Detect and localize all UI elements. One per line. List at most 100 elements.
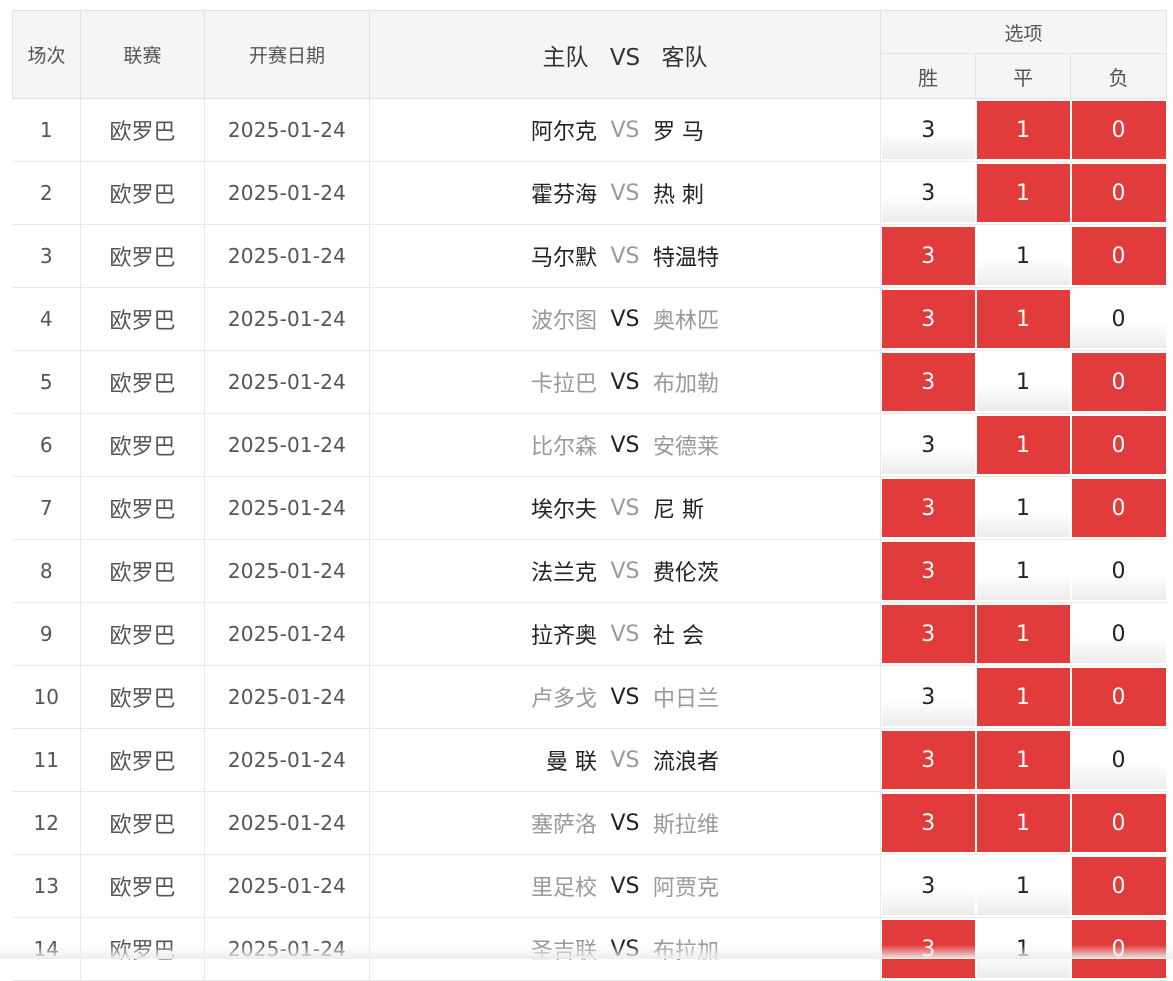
option-loss-button[interactable]: 0 [1071, 416, 1166, 474]
round-number: 10 [12, 665, 81, 729]
option-loss-button[interactable]: 0 [1071, 227, 1166, 285]
option-win-cell: 3 [880, 602, 976, 666]
match-table-container: 场次 联赛 开赛日期 主队 VS 客队 选项 胜 平 负 1 欧罗巴 2025-01… [12, 10, 1168, 981]
option-loss-cell: 0 [1070, 791, 1167, 855]
match-date: 2025-01-24 [204, 98, 370, 162]
match-date: 2025-01-24 [204, 476, 370, 540]
match-teams: 拉齐奥 VS 社 会 [369, 602, 881, 666]
option-win-button[interactable]: 3 [882, 101, 975, 159]
option-draw-button[interactable]: 1 [976, 416, 1070, 474]
option-draw-button[interactable]: 1 [976, 290, 1070, 348]
teams-line: 曼 联 VS 流浪者 [370, 744, 880, 776]
option-draw-button[interactable]: 1 [976, 353, 1070, 411]
match-teams: 霍芬海 VS 热 刺 [369, 161, 881, 225]
option-win-button[interactable]: 3 [882, 605, 975, 663]
away-team: 社 会 [653, 624, 704, 649]
match-teams: 塞萨洛 VS 斯拉维 [369, 791, 881, 855]
option-loss-button[interactable]: 0 [1071, 605, 1166, 663]
option-loss-button[interactable]: 0 [1071, 290, 1166, 348]
option-loss-button[interactable]: 0 [1071, 668, 1166, 726]
option-loss-button[interactable]: 0 [1071, 731, 1166, 789]
option-draw-button[interactable]: 1 [976, 542, 1070, 600]
match-table: 场次 联赛 开赛日期 主队 VS 客队 选项 胜 平 负 1 欧罗巴 2025-01… [12, 10, 1168, 981]
table-row: 6 欧罗巴 2025-01-24 比尔森 VS 安德莱 3 1 0 [12, 413, 1167, 477]
home-team: 比尔森 [530, 435, 597, 460]
option-draw-button[interactable]: 1 [976, 227, 1070, 285]
vs-label: VS [610, 180, 640, 206]
option-draw-cell: 1 [975, 224, 1071, 288]
option-win-button[interactable]: 3 [882, 353, 975, 411]
league-name: 欧罗巴 [80, 413, 205, 477]
table-row: 1 欧罗巴 2025-01-24 阿尔克 VS 罗 马310 [12, 98, 1167, 162]
option-loss-cell: 0 [1070, 287, 1167, 351]
option-win-button[interactable]: 3 [882, 164, 975, 222]
league-name: 欧罗巴 [80, 539, 205, 603]
away-team: 阿贾克 [653, 876, 720, 901]
table-row: 8 欧罗巴 2025-01-24 法兰克 VS 费伦茨 3 1 0 [12, 539, 1167, 603]
round-number: 8 [12, 539, 81, 603]
option-draw-button[interactable]: 1 [976, 605, 1070, 663]
header-teams: 主队 VS 客队 [369, 10, 881, 99]
option-loss-button[interactable]: 0 [1071, 353, 1166, 411]
option-win-cell: 3 [880, 728, 976, 792]
match-date: 2025-01-24 [204, 161, 370, 225]
table-row: 9 欧罗巴 2025-01-24 拉齐奥 VS 社 会 310 [12, 602, 1167, 666]
option-loss-cell: 0 [1070, 728, 1167, 792]
option-win-button[interactable]: 3 [882, 227, 975, 285]
option-draw-button[interactable]: 1 [976, 794, 1070, 852]
home-team: 马尔默 [530, 246, 597, 271]
option-win-cell: 3 [880, 854, 976, 918]
option-win-button[interactable]: 3 [882, 290, 975, 348]
option-win-button[interactable]: 3 [882, 731, 975, 789]
vs-label: VS [610, 558, 640, 584]
teams-line: 卡拉巴 VS 布加勒 [370, 366, 880, 398]
home-team: 卢多戈 [530, 687, 597, 712]
option-win-button[interactable]: 3 [882, 416, 975, 474]
option-loss-button[interactable]: 0 [1071, 857, 1166, 915]
round-number: 3 [12, 224, 81, 288]
option-loss-button[interactable]: 0 [1071, 479, 1166, 537]
option-draw-cell: 1 [975, 854, 1071, 918]
option-loss-button[interactable]: 0 [1071, 542, 1166, 600]
table-row: 4 欧罗巴 2025-01-24 波尔图 VS 奥林匹 3 1 0 [12, 287, 1167, 351]
option-draw-button[interactable]: 1 [976, 731, 1070, 789]
option-win-button[interactable]: 3 [882, 857, 975, 915]
round-number: 12 [12, 791, 81, 855]
match-teams: 阿尔克 VS 罗 马 [369, 98, 881, 162]
round-number: 6 [12, 413, 81, 477]
option-win-cell: 3 [880, 98, 976, 162]
round-number: 4 [12, 287, 81, 351]
header-away: 客队 [661, 44, 708, 71]
vs-label: VS [610, 747, 640, 773]
table-row: 12 欧罗巴 2025-01-24 塞萨洛 VS 斯拉维 3 1 0 [12, 791, 1167, 855]
match-teams: 曼 联 VS 流浪者 [369, 728, 881, 792]
option-loss-button[interactable]: 0 [1071, 794, 1166, 852]
option-loss-button[interactable]: 0 [1071, 101, 1166, 159]
table-row: 7 欧罗巴 2025-01-24 埃尔夫 VS 尼 斯 310 [12, 476, 1167, 540]
teams-line: 比尔森 VS 安德莱 [370, 429, 880, 461]
home-team: 法兰克 [530, 561, 597, 586]
vs-label: VS [610, 369, 640, 395]
match-teams: 马尔默 VS 特温特 [369, 224, 881, 288]
option-win-cell: 3 [880, 539, 976, 603]
vs-label: VS [610, 306, 640, 332]
option-win-button[interactable]: 3 [882, 479, 975, 537]
option-win-button[interactable]: 3 [882, 794, 975, 852]
table-row: 3 欧罗巴 2025-01-24 马尔默 VS 特温特 3 1 0 [12, 224, 1167, 288]
away-team: 斯拉维 [653, 813, 720, 838]
round-number: 2 [12, 161, 81, 225]
option-win-button[interactable]: 3 [882, 668, 975, 726]
match-teams: 波尔图 VS 奥林匹 [369, 287, 881, 351]
option-win-button[interactable]: 3 [882, 542, 975, 600]
home-team: 塞萨洛 [530, 813, 597, 838]
vs-label: VS [610, 684, 640, 710]
option-draw-button[interactable]: 1 [976, 164, 1070, 222]
option-loss-button[interactable]: 0 [1071, 164, 1166, 222]
vs-label: VS [610, 621, 640, 647]
away-team: 中日兰 [653, 687, 720, 712]
round-number: 9 [12, 602, 81, 666]
option-draw-button[interactable]: 1 [976, 101, 1070, 159]
option-draw-button[interactable]: 1 [976, 668, 1070, 726]
option-draw-button[interactable]: 1 [976, 479, 1070, 537]
option-draw-button[interactable]: 1 [976, 857, 1070, 915]
